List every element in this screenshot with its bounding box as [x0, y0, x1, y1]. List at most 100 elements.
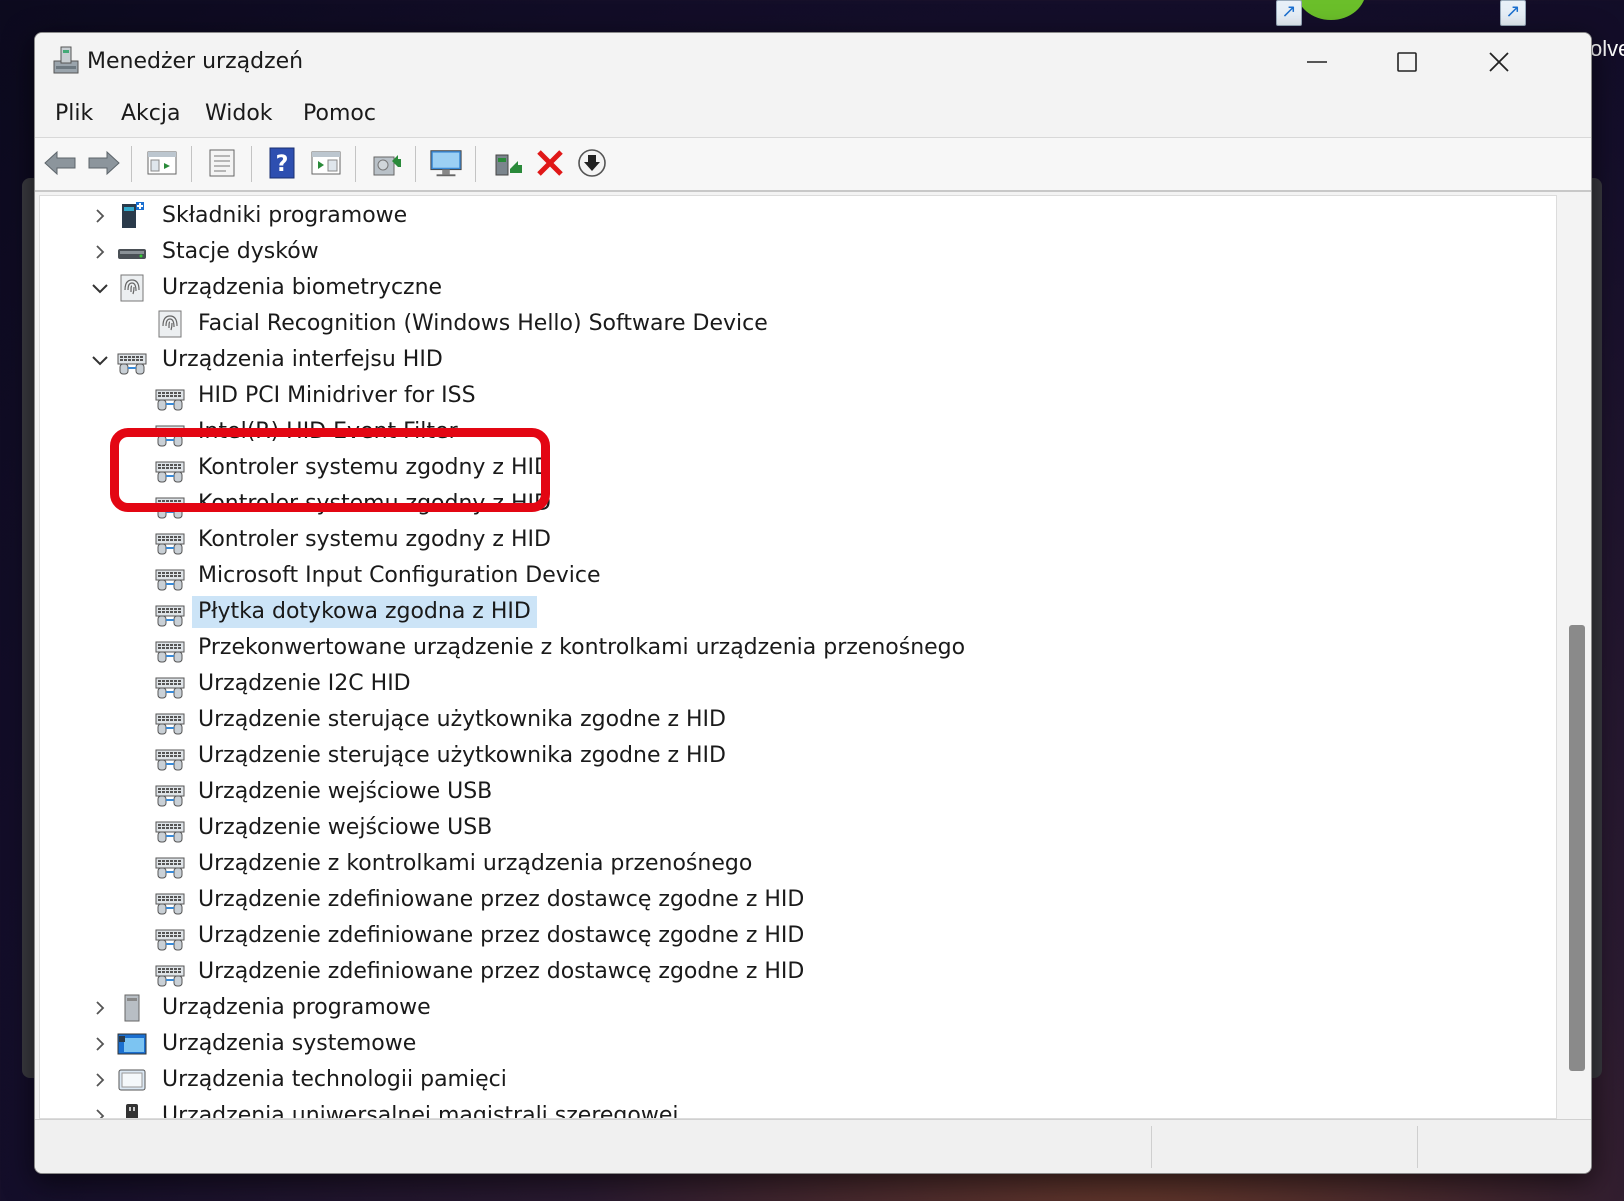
tree-device-item[interactable]: Kontroler systemu zgodny z HID: [40, 522, 1440, 558]
tree-device-item[interactable]: Urządzenie zdefiniowane przez dostawcę z…: [40, 882, 1440, 918]
tree-category[interactable]: Urządzenia technologii pamięci: [40, 1062, 1440, 1098]
tree-item-label: Intel(R) HID Event Filter: [198, 419, 458, 444]
hid-icon: [155, 821, 185, 843]
toolbar-separator: [415, 146, 416, 182]
tree-device-item[interactable]: Urządzenie z kontrolkami urządzenia prze…: [40, 846, 1440, 882]
tree-device-item[interactable]: Microsoft Input Configuration Device: [40, 558, 1440, 594]
software-device-icon: [124, 994, 140, 1022]
chevron-right-icon[interactable]: [88, 1062, 112, 1098]
toolbar-separator: [475, 146, 476, 182]
fingerprint-icon: [120, 274, 144, 302]
svg-text:?: ?: [276, 152, 289, 177]
update-driver-icon: [373, 155, 401, 176]
scrollbar-thumb[interactable]: [1569, 625, 1585, 1071]
device-tree[interactable]: Składniki programowe Stacje dysków Urządze…: [39, 195, 1557, 1119]
chevron-right-icon[interactable]: [88, 198, 112, 234]
tree-item-label: Urządzenie z kontrolkami urządzenia prze…: [198, 851, 753, 876]
tree-category[interactable]: Urządzenia systemowe: [40, 1026, 1440, 1062]
title-bar[interactable]: Menedżer urządzeń: [35, 33, 1591, 91]
uninstall-device-button[interactable]: [533, 146, 567, 180]
tree-device-item[interactable]: Facial Recognition (Windows Hello) Softw…: [40, 306, 1440, 342]
chevron-down-icon[interactable]: [88, 270, 112, 306]
hid-icon: [155, 425, 185, 447]
toolbar-separator: [355, 146, 356, 182]
enable-device-icon: [495, 154, 522, 176]
help-button[interactable]: ?: [265, 146, 299, 180]
tree-device-item[interactable]: Urządzenie wejściowe USB: [40, 774, 1440, 810]
tree-device-item[interactable]: Płytka dotykowa zgodna z HID: [40, 594, 1440, 630]
hid-icon: [155, 641, 185, 663]
disable-device-button[interactable]: [575, 146, 609, 180]
tree-device-item[interactable]: Urządzenie sterujące użytkownika zgodne …: [40, 702, 1440, 738]
tree-device-item[interactable]: Intel(R) HID Event Filter: [40, 414, 1440, 450]
chevron-down-icon[interactable]: [88, 342, 112, 378]
close-icon: [1489, 52, 1509, 72]
help-icon: ?: [269, 147, 295, 179]
show-hide-console-tree-button[interactable]: [145, 146, 179, 180]
tree-item-label: Urządzenie zdefiniowane przez dostawcę z…: [198, 887, 805, 912]
tree-item-label: Urządzenia programowe: [162, 995, 431, 1020]
chevron-right-icon[interactable]: [88, 990, 112, 1026]
tree-device-item[interactable]: Urządzenie sterujące użytkownika zgodne …: [40, 738, 1440, 774]
hid-icon: [155, 677, 185, 699]
minimize-button[interactable]: [1271, 33, 1363, 91]
tree-category[interactable]: Składniki programowe: [40, 198, 1440, 234]
tree-device-item[interactable]: HID PCI Minidriver for ISS: [40, 378, 1440, 414]
properties-icon: [209, 149, 235, 177]
vertical-scrollbar[interactable]: [1567, 197, 1585, 1115]
hid-icon: [155, 749, 185, 771]
tree-device-item[interactable]: Urządzenie zdefiniowane przez dostawcę z…: [40, 918, 1440, 954]
status-separator: [1417, 1126, 1418, 1168]
hid-icon: [155, 965, 185, 987]
tree-item-label: Urządzenia systemowe: [162, 1031, 417, 1056]
tree-category[interactable]: Urządzenia biometryczne: [40, 270, 1440, 306]
tree-category[interactable]: Urządzenia programowe: [40, 990, 1440, 1026]
tree-device-item[interactable]: Urządzenie wejściowe USB: [40, 810, 1440, 846]
toolbar: ?: [35, 138, 1591, 192]
chevron-right-icon[interactable]: [88, 1098, 112, 1118]
tree-device-item[interactable]: Urządzenie I2C HID: [40, 666, 1440, 702]
tree-item-label: Microsoft Input Configuration Device: [198, 563, 601, 588]
chevron-right-icon[interactable]: [88, 1026, 112, 1062]
scan-hardware-button[interactable]: [429, 146, 463, 180]
tree-item-label: Urządzenia technologii pamięci: [162, 1067, 507, 1092]
toolbar-separator: [131, 146, 132, 182]
tree-item-label: Kontroler systemu zgodny z HID: [198, 455, 551, 480]
status-separator: [1151, 1126, 1152, 1168]
hid-icon: [117, 353, 147, 375]
chevron-right-icon[interactable]: [88, 234, 112, 270]
tree-item-label: Stacje dysków: [162, 239, 319, 264]
back-button[interactable]: [43, 146, 77, 180]
desktop-partial-label: olve: [1590, 36, 1624, 61]
tree-device-item[interactable]: Kontroler systemu zgodny z HID: [40, 486, 1440, 522]
tree-device-item[interactable]: Kontroler systemu zgodny z HID: [40, 450, 1440, 486]
action-pane-icon: [311, 151, 341, 175]
device-manager-window: Menedżer urządzeń Plik Akcja Widok Pomoc: [34, 32, 1592, 1174]
hid-icon: [155, 497, 185, 519]
hid-icon: [155, 461, 185, 483]
hid-icon: [155, 389, 185, 411]
close-button[interactable]: [1453, 33, 1545, 91]
menu-widok[interactable]: Widok: [201, 99, 277, 128]
enable-device-button[interactable]: [491, 146, 525, 180]
hid-icon: [155, 713, 185, 735]
menu-akcja[interactable]: Akcja: [117, 99, 184, 128]
tree-category[interactable]: Stacje dysków: [40, 234, 1440, 270]
show-action-pane-button[interactable]: [309, 146, 343, 180]
update-driver-button[interactable]: [369, 146, 403, 180]
usb-icon: [126, 1104, 138, 1118]
forward-button[interactable]: [87, 146, 121, 180]
properties-button[interactable]: [205, 146, 239, 180]
status-bar: [35, 1119, 1591, 1173]
menu-pomoc[interactable]: Pomoc: [299, 99, 380, 128]
tree-item-label: Facial Recognition (Windows Hello) Softw…: [198, 311, 768, 336]
tree-device-item[interactable]: Urządzenie zdefiniowane przez dostawcę z…: [40, 954, 1440, 990]
software-components-icon: [122, 202, 144, 228]
tree-category[interactable]: Urządzenia uniwersalnej magistrali szere…: [40, 1098, 1440, 1118]
memory-tech-icon: [118, 1069, 146, 1091]
maximize-button[interactable]: [1361, 33, 1453, 91]
tree-item-label: Urządzenie wejściowe USB: [198, 815, 493, 840]
menu-plik[interactable]: Plik: [51, 99, 97, 128]
tree-device-item[interactable]: Przekonwertowane urządzenie z kontrolkam…: [40, 630, 1440, 666]
tree-category[interactable]: Urządzenia interfejsu HID: [40, 342, 1440, 378]
